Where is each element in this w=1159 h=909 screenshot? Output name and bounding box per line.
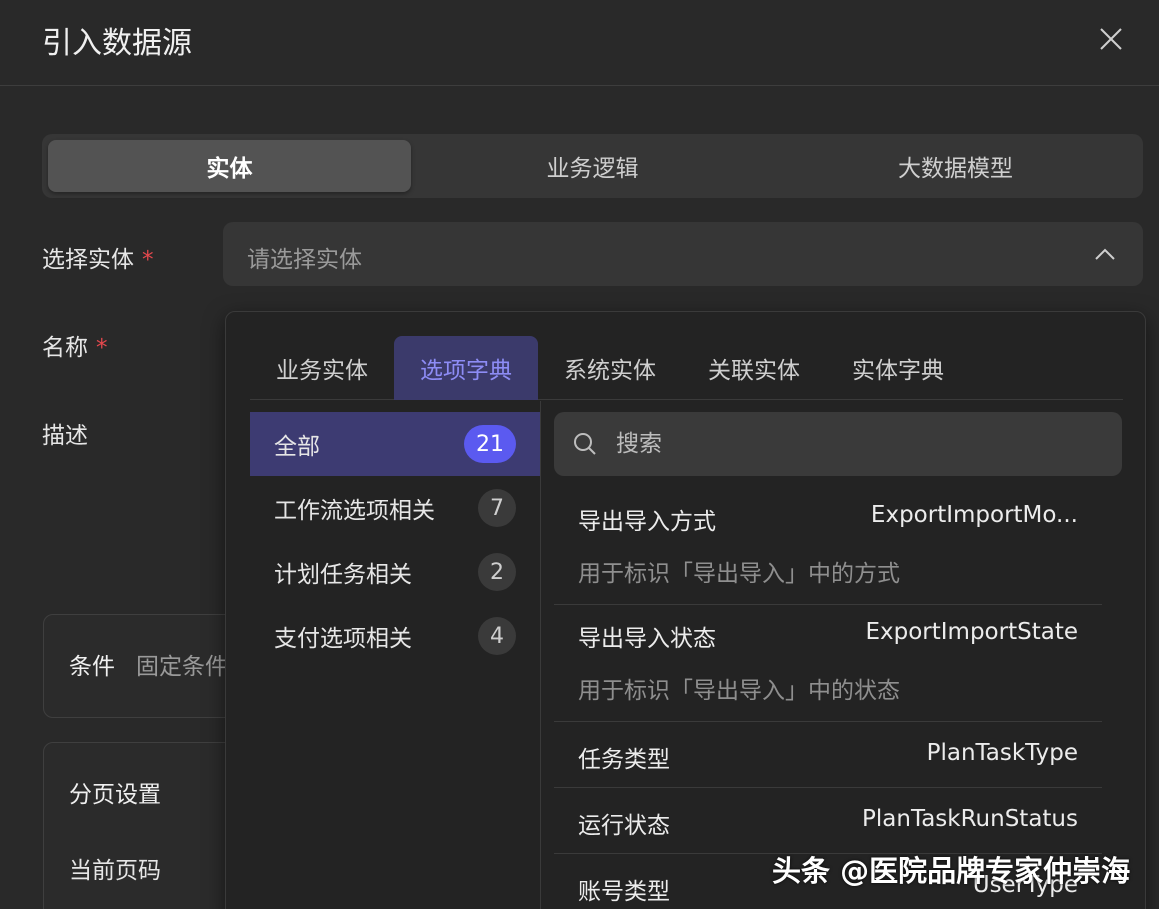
dropdown-tabs: 业务实体 选项字典 系统实体 关联实体 实体字典	[250, 336, 1123, 400]
item-code: PlanTaskType	[926, 740, 1078, 766]
count-badge: 2	[478, 553, 516, 591]
entity-dropdown-panel: 业务实体 选项字典 系统实体 关联实体 实体字典 全部 21 工作流选项相关 7…	[225, 311, 1146, 909]
current-page-label: 当前页码	[69, 858, 161, 884]
list-item[interactable]: 运行状态 PlanTaskRunStatus	[554, 788, 1102, 854]
list-item[interactable]: 任务类型 PlanTaskType	[554, 722, 1102, 788]
import-datasource-dialog: 引入数据源 实体 业务逻辑 大数据模型 选择实体 * 请选择实体 名称 * 描述 条…	[0, 0, 1159, 909]
tab-bigdata-model[interactable]: 大数据模型	[774, 140, 1137, 192]
tab-entity-dict[interactable]: 实体字典	[826, 336, 970, 400]
tab-entity[interactable]: 实体	[48, 140, 411, 192]
watermark: 头条 @医院品牌专家仲崇海	[772, 854, 1131, 888]
close-button[interactable]	[1094, 22, 1128, 56]
close-icon	[1100, 28, 1122, 50]
name-field-label: 名称 *	[42, 328, 108, 362]
required-mark: *	[142, 247, 154, 273]
desc-field-label: 描述	[42, 423, 88, 449]
tab-business-logic[interactable]: 业务逻辑	[411, 140, 774, 192]
category-payment-options[interactable]: 支付选项相关 4	[250, 604, 540, 668]
chevron-up-icon	[1095, 248, 1115, 260]
tab-system-entity[interactable]: 系统实体	[538, 336, 682, 400]
dict-search	[554, 412, 1122, 476]
entity-select[interactable]: 请选择实体	[223, 222, 1143, 286]
item-code: ExportImportMo...	[870, 502, 1078, 528]
count-badge: 7	[478, 489, 516, 527]
tab-related-entity[interactable]: 关联实体	[682, 336, 826, 400]
name-label-text: 名称	[42, 335, 88, 361]
tab-business-entity[interactable]: 业务实体	[250, 336, 394, 400]
item-name: 运行状态	[578, 813, 670, 839]
conditions-title: 条件	[69, 654, 115, 680]
item-name: 账号类型	[578, 879, 670, 905]
dialog-title: 引入数据源	[42, 26, 192, 61]
list-item[interactable]: 导出导入方式 ExportImportMo... 用于标识「导出导入」中的方式	[554, 488, 1102, 605]
category-label: 支付选项相关	[274, 626, 412, 652]
category-workflow-options[interactable]: 工作流选项相关 7	[250, 476, 540, 540]
category-scheduled-tasks[interactable]: 计划任务相关 2	[250, 540, 540, 604]
item-name: 任务类型	[578, 747, 670, 773]
count-badge: 4	[478, 617, 516, 655]
required-mark: *	[96, 335, 108, 361]
category-label: 工作流选项相关	[274, 498, 435, 524]
search-icon	[574, 433, 596, 455]
source-type-switch: 实体 业务逻辑 大数据模型	[42, 134, 1143, 198]
entity-label-text: 选择实体	[42, 247, 134, 273]
category-list: 全部 21 工作流选项相关 7 计划任务相关 2 支付选项相关 4	[250, 412, 540, 668]
pagination-title: 分页设置	[69, 782, 161, 808]
item-name: 导出导入状态	[578, 626, 716, 652]
search-input[interactable]	[616, 412, 1106, 476]
category-divider	[540, 401, 541, 909]
category-all[interactable]: 全部 21	[250, 412, 540, 476]
count-badge: 21	[464, 425, 516, 463]
dialog-header: 引入数据源	[0, 0, 1159, 86]
category-label: 全部	[274, 434, 320, 460]
item-description: 用于标识「导出导入」中的状态	[578, 678, 900, 704]
conditions-subtitle: 固定条件	[136, 654, 228, 680]
category-label: 计划任务相关	[274, 562, 412, 588]
dict-item-list: 导出导入方式 ExportImportMo... 用于标识「导出导入」中的方式 …	[554, 488, 1102, 909]
list-item[interactable]: 导出导入状态 ExportImportState 用于标识「导出导入」中的状态	[554, 605, 1102, 722]
item-description: 用于标识「导出导入」中的方式	[578, 561, 900, 587]
tab-option-dict[interactable]: 选项字典	[394, 336, 538, 400]
item-code: PlanTaskRunStatus	[862, 806, 1078, 832]
item-code: ExportImportState	[865, 619, 1078, 645]
entity-field-label: 选择实体 *	[42, 240, 154, 274]
entity-select-placeholder: 请选择实体	[247, 247, 362, 273]
item-name: 导出导入方式	[578, 509, 716, 535]
